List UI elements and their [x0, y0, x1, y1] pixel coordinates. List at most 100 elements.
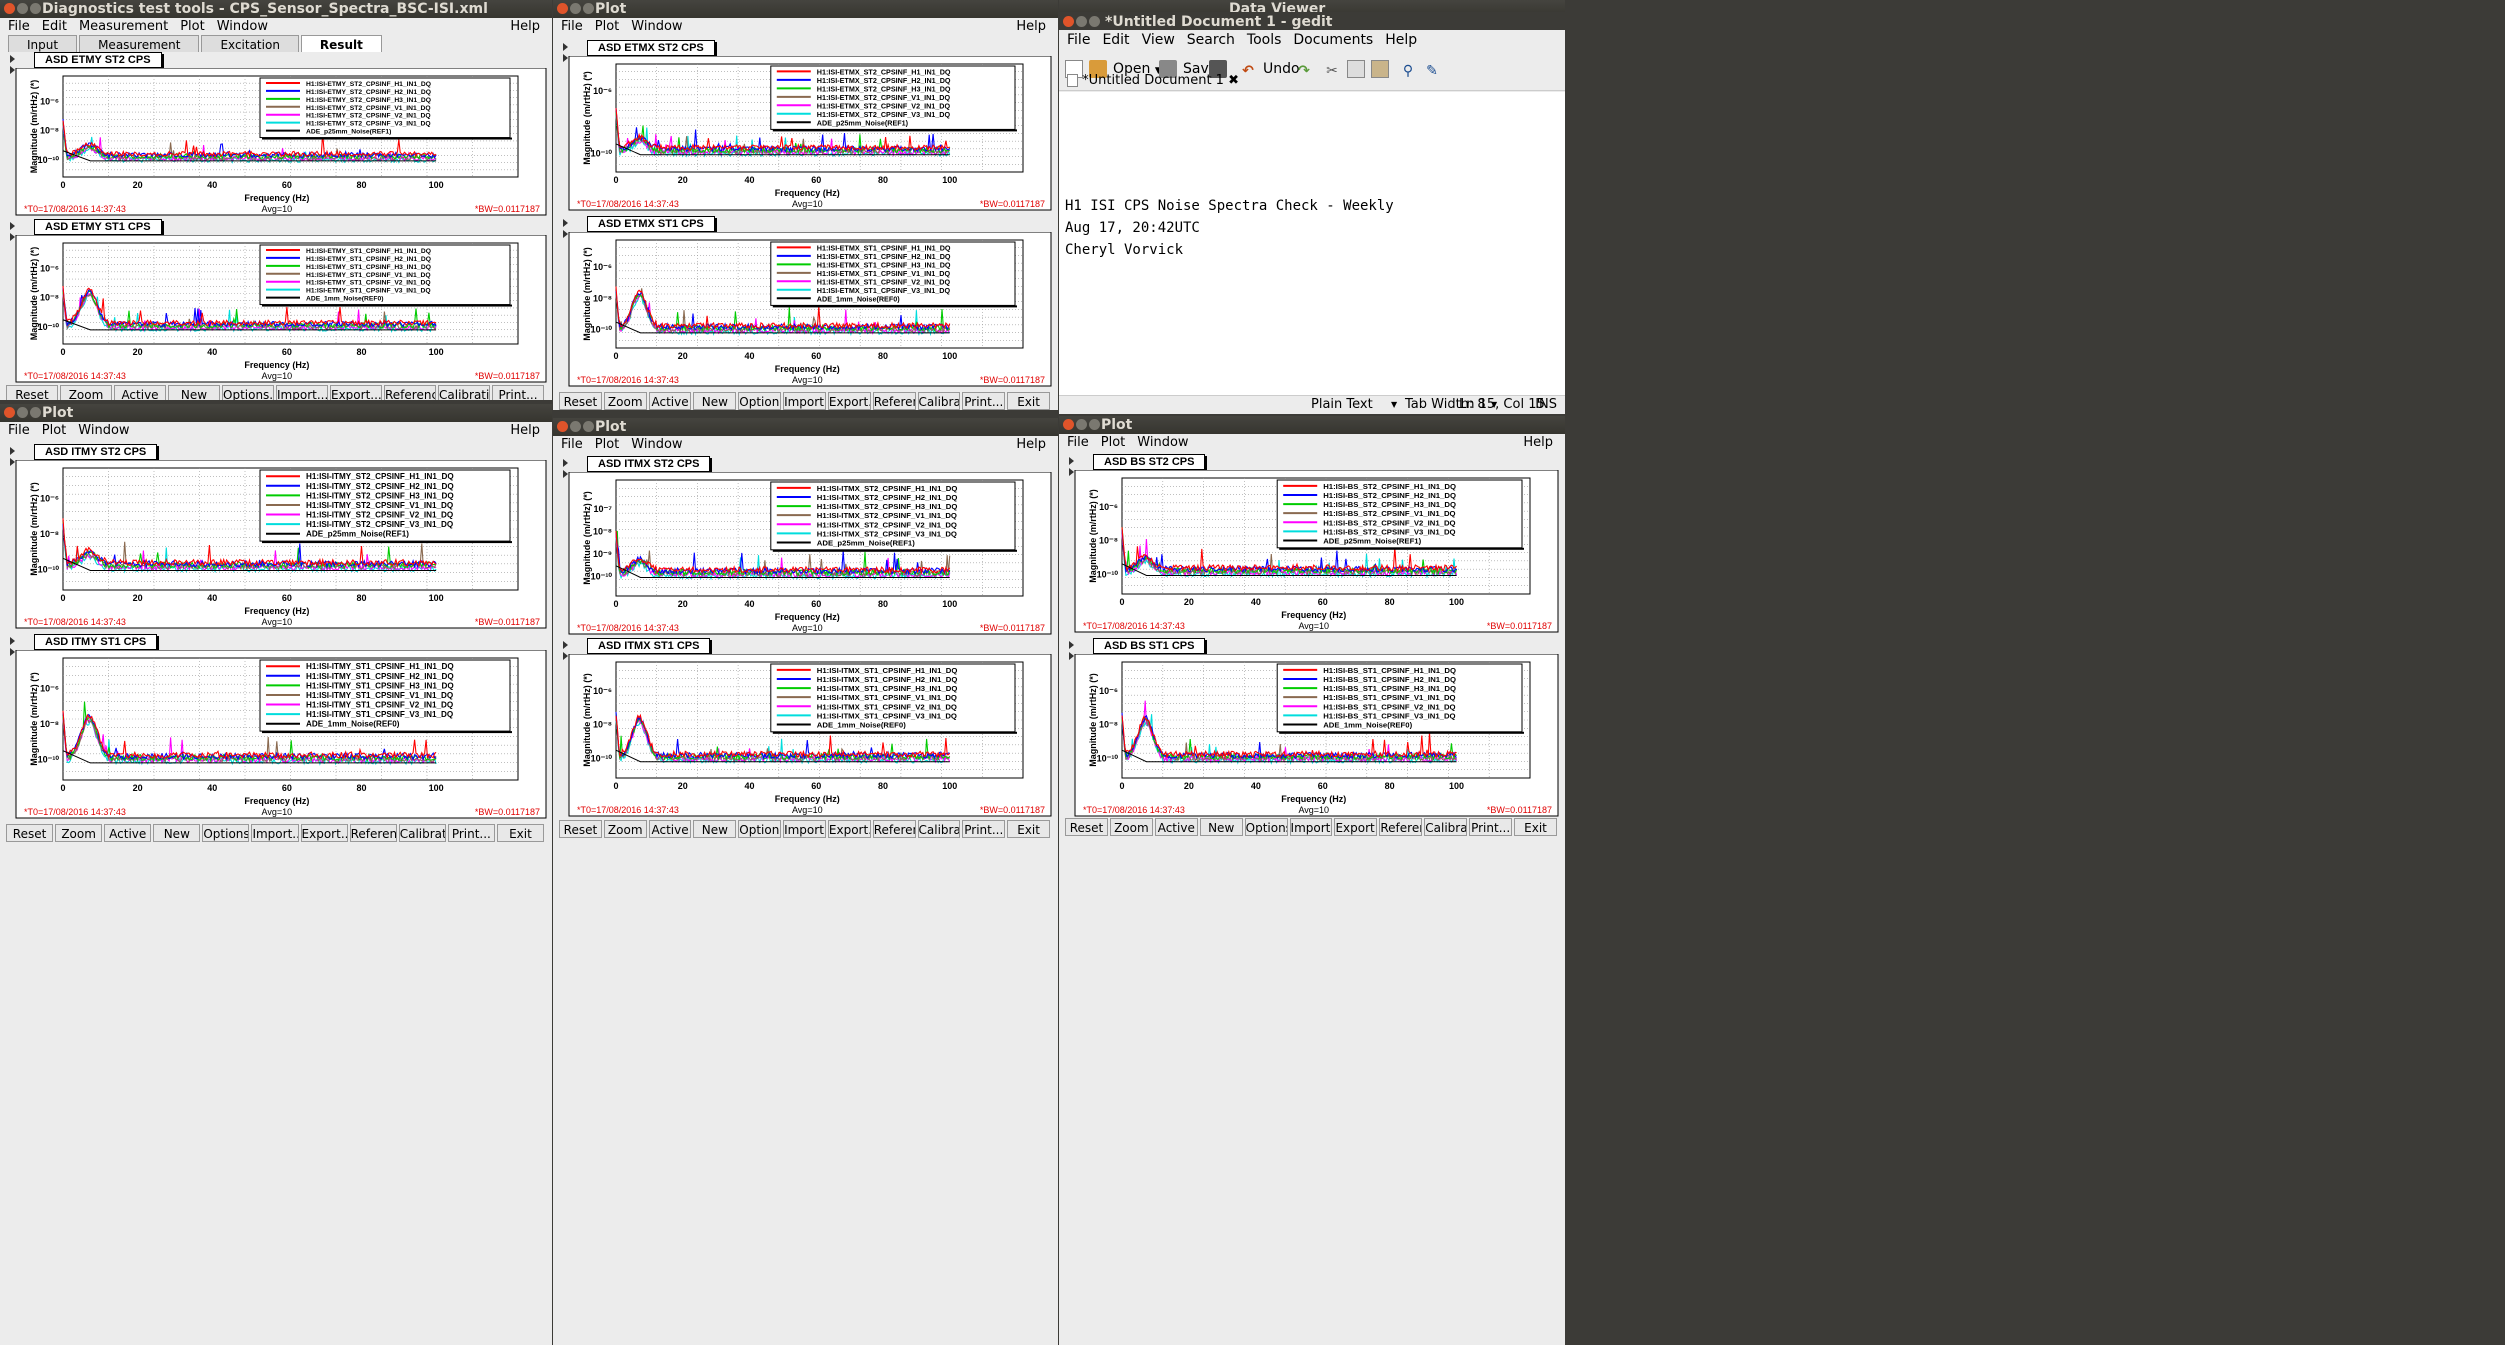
reset-button[interactable]: Reset — [6, 385, 58, 400]
cut-button[interactable]: ✂ — [1323, 58, 1347, 80]
menu-help[interactable]: Help — [510, 18, 540, 36]
window-controls[interactable] — [4, 407, 43, 422]
menu-file[interactable]: File — [8, 423, 30, 438]
window-controls[interactable] — [557, 3, 596, 18]
import-button[interactable]: Import... — [783, 392, 826, 410]
maximize-icon[interactable] — [583, 3, 594, 14]
asd-plot[interactable]: 0 20 40 60 80 100 10⁻⁶ 10⁻⁸ 10⁻¹⁰Magnitude (m/rt… — [8, 235, 548, 384]
menu-window[interactable]: Window — [1137, 435, 1188, 450]
expand-arrow-icon[interactable] — [563, 43, 568, 51]
gedit-menu-edit[interactable]: Edit — [1102, 32, 1129, 48]
menu-help[interactable]: Help — [1016, 436, 1046, 454]
options-button[interactable]: Options... — [1244, 818, 1288, 836]
exit-button[interactable]: Exit — [1007, 392, 1050, 410]
active-button[interactable]: Active — [648, 392, 692, 410]
print-button[interactable]: Print... — [492, 385, 544, 400]
asd-plot[interactable]: 0 20 40 60 80 100 10⁻⁶ 10⁻⁸ 10⁻¹⁰Magnitude (m/rt… — [8, 68, 548, 217]
close-tab-icon[interactable]: ✖ — [1228, 73, 1239, 88]
reference-button[interactable]: Reference... — [872, 820, 916, 838]
plot-bs-titlebar[interactable]: Plot — [1059, 416, 1565, 434]
options-button[interactable]: Options... — [202, 824, 250, 842]
minimize-icon[interactable] — [1076, 16, 1087, 27]
menu-plot[interactable]: Plot — [42, 423, 67, 438]
menu-file[interactable]: File — [561, 437, 583, 452]
options-button[interactable]: Options... — [222, 385, 274, 400]
menu-help[interactable]: Help — [1523, 434, 1553, 452]
gedit-menu-search[interactable]: Search — [1187, 32, 1235, 48]
options-button[interactable]: Options... — [738, 392, 782, 410]
gedit-document-tab[interactable]: *Untitled Document 1 ✖ — [1067, 70, 1239, 92]
language-selector[interactable]: Plain Text — [1311, 396, 1373, 414]
new-button[interactable]: New — [1199, 818, 1243, 836]
zoom-button[interactable]: Zoom — [55, 824, 103, 842]
zoom-button[interactable]: Zoom — [603, 392, 647, 410]
expand-arrow-icon[interactable] — [563, 219, 568, 227]
close-icon[interactable] — [1063, 419, 1074, 430]
minimize-icon[interactable] — [570, 421, 581, 432]
active-button[interactable]: Active — [104, 824, 152, 842]
close-icon[interactable] — [557, 3, 568, 14]
menu-plot[interactable]: Plot — [595, 437, 620, 452]
reference-button[interactable]: Reference... — [1379, 818, 1423, 836]
find-button[interactable]: ⚲ — [1399, 58, 1423, 80]
gedit-menu-file[interactable]: File — [1067, 32, 1090, 48]
zoom-button[interactable]: Zoom — [60, 385, 112, 400]
menu-plot[interactable]: Plot — [180, 19, 205, 34]
replace-button[interactable]: ✎ — [1423, 58, 1447, 80]
active-button[interactable]: Active — [648, 820, 692, 838]
maximize-icon[interactable] — [30, 407, 41, 418]
reference-button[interactable]: Reference... — [349, 824, 397, 842]
export-button[interactable]: Export... — [330, 385, 382, 400]
new-button[interactable]: New — [693, 392, 737, 410]
plot-itmy-titlebar[interactable]: Plot — [0, 404, 552, 422]
menu-edit[interactable]: Edit — [42, 19, 67, 34]
menu-window[interactable]: Window — [631, 19, 682, 34]
window-controls[interactable] — [557, 421, 596, 436]
menu-window[interactable]: Window — [78, 423, 129, 438]
import-button[interactable]: Import... — [1289, 818, 1333, 836]
asd-plot[interactable]: 0 20 40 60 80 100 10⁻⁶ 10⁻⁸ 10⁻¹⁰Magnitude (m/rt… — [561, 232, 1053, 388]
undo-button[interactable]: ↶ Undo — [1239, 58, 1299, 80]
calibration-button[interactable]: Calibration... — [438, 385, 490, 400]
menu-window[interactable]: Window — [631, 437, 682, 452]
expand-arrow-icon[interactable] — [563, 459, 568, 467]
print-button[interactable]: Print... — [962, 820, 1006, 838]
close-icon[interactable] — [4, 3, 15, 14]
menu-file[interactable]: File — [8, 19, 30, 34]
menu-help[interactable]: Help — [510, 422, 540, 440]
expand-arrow-icon[interactable] — [563, 641, 568, 649]
reset-button[interactable]: Reset — [1065, 818, 1108, 836]
expand-arrow-icon[interactable] — [10, 55, 15, 63]
new-button[interactable]: New — [693, 820, 737, 838]
reset-button[interactable]: Reset — [559, 820, 602, 838]
gedit-inner-titlebar[interactable]: *Untitled Document 1 - gedit — [1059, 12, 1565, 32]
menu-plot[interactable]: Plot — [595, 19, 620, 34]
reference-button[interactable]: Reference... — [384, 385, 436, 400]
export-button[interactable]: Export... — [1334, 818, 1378, 836]
new-button[interactable]: New — [168, 385, 220, 400]
window-controls[interactable] — [1063, 419, 1102, 434]
gedit-menu-view[interactable]: View — [1142, 32, 1175, 48]
maximize-icon[interactable] — [1089, 419, 1100, 430]
minimize-icon[interactable] — [1076, 419, 1087, 430]
print-button[interactable]: Print... — [1469, 818, 1513, 836]
menu-plot[interactable]: Plot — [1101, 435, 1126, 450]
maximize-icon[interactable] — [1089, 16, 1100, 27]
menu-file[interactable]: File — [561, 19, 583, 34]
close-icon[interactable] — [1063, 16, 1074, 27]
menu-file[interactable]: File — [1067, 435, 1089, 450]
import-button[interactable]: Import... — [251, 824, 299, 842]
print-button[interactable]: Print... — [447, 824, 495, 842]
export-button[interactable]: Export... — [300, 824, 348, 842]
options-button[interactable]: Options... — [738, 820, 782, 838]
asd-plot[interactable]: 0 20 40 60 80 100 10⁻⁶ 10⁻¹⁰Magnitude (m/rtHz) … — [561, 56, 1053, 212]
reference-button[interactable]: Reference... — [872, 392, 916, 410]
gedit-menu-tools[interactable]: Tools — [1247, 32, 1282, 48]
expand-arrow-icon[interactable] — [1069, 457, 1074, 465]
expand-arrow-icon[interactable] — [1069, 641, 1074, 649]
exit-button[interactable]: Exit — [496, 824, 544, 842]
asd-plot[interactable]: 0 20 40 60 80 100 10⁻⁶ 10⁻⁸ 10⁻¹⁰Magnitude (m/rt… — [8, 460, 548, 630]
reset-button[interactable]: Reset — [6, 824, 54, 842]
plot-etmx-titlebar[interactable]: Plot — [553, 0, 1058, 18]
zoom-button[interactable]: Zoom — [603, 820, 647, 838]
